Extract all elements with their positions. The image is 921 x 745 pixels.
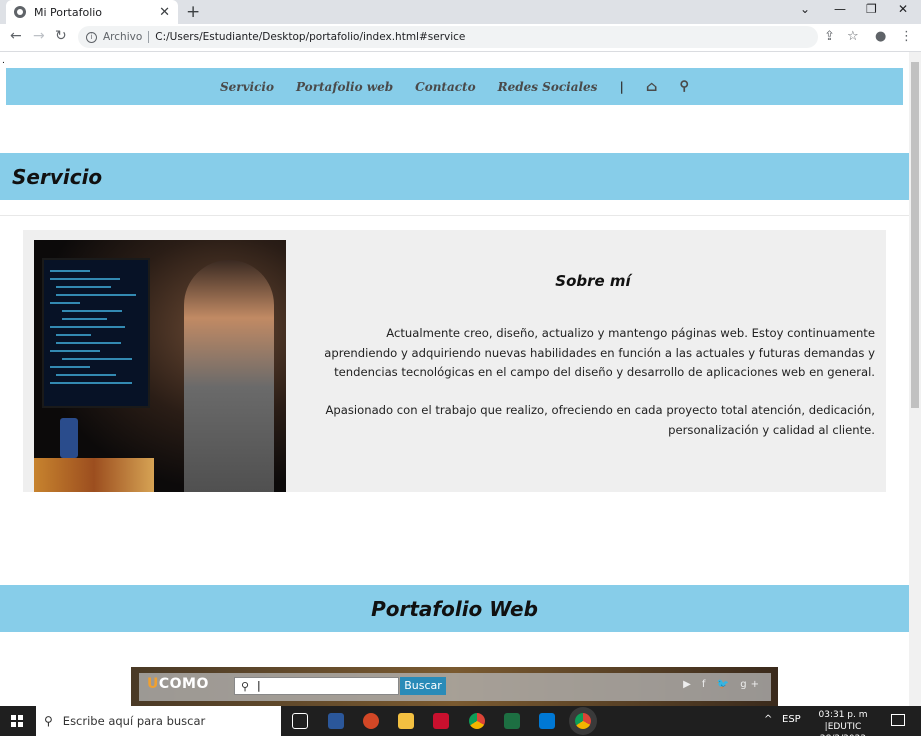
site-nav: Servicio Portafolio web Contacto Redes S… bbox=[6, 68, 903, 105]
profile-avatar-icon[interactable]: ● bbox=[875, 29, 886, 44]
language-indicator[interactable]: ESP bbox=[782, 714, 801, 725]
windows-start-icon[interactable] bbox=[11, 715, 23, 727]
pizza-graphic bbox=[34, 458, 154, 492]
ad-banner[interactable]: UCOMO ⚲ | Buscar ▶ f 🐦 g+ bbox=[131, 667, 778, 706]
ad-search-button[interactable]: Buscar bbox=[400, 677, 446, 695]
servicio-header: Servicio bbox=[0, 153, 909, 200]
stray-dot: . bbox=[2, 56, 5, 66]
nav-item-portafolio[interactable]: Portafolio web bbox=[296, 80, 393, 94]
minimize-button[interactable]: — bbox=[834, 2, 846, 16]
page-scrollbar[interactable] bbox=[909, 52, 921, 706]
search-icon: ⚲ bbox=[241, 680, 250, 693]
back-icon[interactable]: ← bbox=[10, 28, 22, 44]
servicio-title: Servicio bbox=[12, 164, 103, 189]
browser-tabstrip: Mi Portafolio ✕ + ⌄ — ❐ ✕ bbox=[0, 0, 921, 24]
social-icons[interactable]: ▶ f 🐦 g+ bbox=[683, 679, 763, 690]
nav-item-contacto[interactable]: Contacto bbox=[415, 80, 475, 94]
page-viewport: . Servicio Portafolio web Contacto Redes… bbox=[0, 52, 909, 706]
close-window-button[interactable]: ✕ bbox=[898, 2, 908, 16]
tab-title: Mi Portafolio bbox=[34, 5, 103, 19]
home-icon[interactable]: ⌂ bbox=[646, 79, 658, 95]
url-text[interactable]: C:/Users/Estudiante/Desktop/portafolio/i… bbox=[155, 31, 465, 43]
portafolio-title: Portafolio Web bbox=[371, 596, 538, 621]
url-scheme-label: Archivo bbox=[103, 31, 143, 43]
restore-button[interactable]: ❐ bbox=[866, 2, 877, 16]
browser-tab[interactable]: Mi Portafolio ✕ bbox=[6, 0, 178, 24]
nav-item-servicio[interactable]: Servicio bbox=[220, 80, 274, 94]
chrome-active-icon[interactable] bbox=[575, 713, 591, 729]
windows-taskbar: ⚲ Escribe aquí para buscar ^ ESP 03:31 p… bbox=[0, 706, 921, 744]
menu-kebab-icon[interactable]: ⋮ bbox=[900, 29, 913, 44]
nav-separator: | bbox=[619, 79, 624, 94]
url-separator bbox=[148, 31, 150, 43]
bookmark-star-icon[interactable]: ☆ bbox=[847, 29, 859, 44]
taskbar-search-placeholder: Escribe aquí para buscar bbox=[62, 714, 206, 728]
share-icon[interactable]: ⇪ bbox=[824, 29, 835, 44]
reload-icon[interactable]: ↻ bbox=[55, 28, 67, 44]
tray-up-icon[interactable]: ^ bbox=[764, 714, 772, 725]
ad-search-input[interactable]: ⚲ | bbox=[234, 677, 399, 695]
app-red-icon[interactable] bbox=[433, 713, 449, 729]
about-paragraph-1: Actualmente creo, diseño, actualizo y ma… bbox=[324, 326, 875, 379]
monitor-graphic bbox=[42, 258, 150, 408]
person-graphic bbox=[184, 260, 274, 492]
globe-icon bbox=[14, 6, 26, 18]
portafolio-header: Portafolio Web bbox=[0, 585, 909, 632]
about-title: Sobre mí bbox=[555, 272, 631, 290]
ad-inner: UCOMO ⚲ | Buscar ▶ f 🐦 g+ bbox=[139, 673, 771, 701]
file-explorer-icon[interactable] bbox=[398, 713, 414, 729]
nav-item-redes[interactable]: Redes Sociales bbox=[498, 80, 598, 94]
vscode-icon[interactable] bbox=[539, 713, 555, 729]
taskbar-clock[interactable]: 03:31 p. m |EDUTIC 28/2/2022 bbox=[804, 709, 882, 745]
info-icon[interactable]: i bbox=[86, 31, 97, 43]
new-tab-button[interactable]: + bbox=[186, 2, 200, 22]
tab-search-icon[interactable]: ⌄ bbox=[800, 2, 810, 16]
powerpoint-icon[interactable] bbox=[363, 713, 379, 729]
scrollbar-thumb[interactable] bbox=[911, 62, 919, 408]
search-icon[interactable]: ⚲ bbox=[680, 79, 690, 94]
search-icon: ⚲ bbox=[44, 714, 53, 728]
word-icon[interactable] bbox=[328, 713, 344, 729]
chrome-icon[interactable] bbox=[469, 713, 485, 729]
about-card: Sobre mí Actualmente creo, diseño, actua… bbox=[23, 230, 886, 492]
como-logo[interactable]: UCOMO bbox=[147, 676, 209, 692]
task-view-icon[interactable] bbox=[292, 713, 308, 729]
forward-icon[interactable]: → bbox=[33, 28, 45, 44]
can-graphic bbox=[60, 418, 78, 458]
taskbar-search[interactable]: ⚲ Escribe aquí para buscar bbox=[36, 706, 281, 736]
about-paragraph-2: Apasionado con el trabajo que realizo, o… bbox=[325, 403, 875, 437]
excel-icon[interactable] bbox=[504, 713, 520, 729]
developer-photo bbox=[34, 240, 286, 492]
browser-toolbar: ← → ↻ i Archivo C:/Users/Estudiante/Desk… bbox=[0, 24, 921, 52]
tab-close-icon[interactable]: ✕ bbox=[159, 5, 170, 20]
divider bbox=[0, 215, 909, 216]
address-bar[interactable]: i Archivo C:/Users/Estudiante/Desktop/po… bbox=[78, 26, 818, 48]
notification-icon[interactable] bbox=[891, 714, 905, 726]
